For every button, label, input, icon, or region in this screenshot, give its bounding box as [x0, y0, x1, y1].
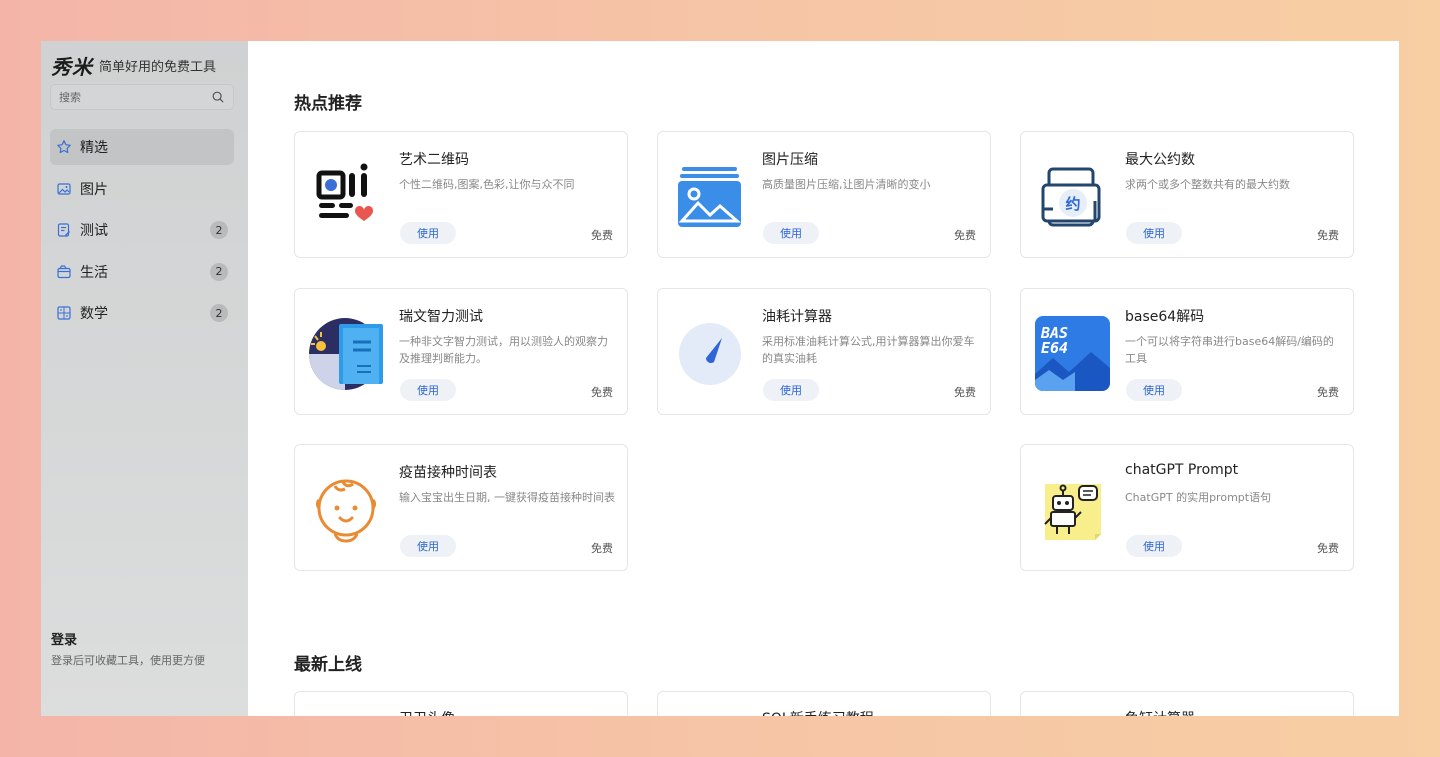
tool-card[interactable]: BAS E64 base64解码 一个可以将字符串进行base64解码/编码的工具…: [1020, 288, 1354, 415]
base64-icon: BAS E64: [1035, 316, 1110, 391]
sidebar-item-featured[interactable]: 精选: [50, 129, 234, 165]
gcd-icon: 约: [1041, 167, 1101, 227]
use-button[interactable]: 使用: [763, 379, 819, 401]
card-description: 输入宝宝出生日期, 一键获得疫苗接种时间表: [399, 491, 615, 504]
base64-icon-text: BAS E64: [1040, 324, 1068, 357]
card-title: base64解码: [1125, 309, 1205, 325]
qrcode-icon: [316, 163, 374, 221]
app-window: 秀米 简单好用的免费工具 搜索 精选 图片 测试 2 生活 2 数学 2 登录 …: [41, 41, 1399, 716]
search-icon[interactable]: [211, 90, 225, 104]
use-button[interactable]: 使用: [400, 379, 456, 401]
sidebar-item-tests[interactable]: 测试 2: [50, 212, 234, 248]
tool-card[interactable]: 油耗计算器 采用标准油耗计算公式,用计算器算出你爱车的真实油耗 使用 免费: [657, 288, 991, 415]
tool-card[interactable]: 图片压缩 高质量图片压缩,让图片清晰的变小 使用 免费: [657, 131, 991, 258]
sidebar-item-label: 数学: [80, 306, 108, 322]
card-title: 图片压缩: [762, 152, 818, 168]
tool-card[interactable]: 疫苗接种时间表 输入宝宝出生日期, 一键获得疫苗接种时间表 使用 免费: [294, 444, 628, 571]
tool-card[interactable]: 瑞文智力测试 一种非文字智力测试，用以测验人的观察力及推理判断能力。 使用 免费: [294, 288, 628, 415]
count-badge: 2: [210, 304, 228, 322]
card-title: 油耗计算器: [762, 309, 832, 325]
card-title: 鱼缸计算器: [1125, 708, 1195, 716]
use-button[interactable]: 使用: [1126, 222, 1182, 244]
search-input[interactable]: 搜索: [59, 89, 211, 105]
login-area[interactable]: 登录 登录后可收藏工具，使用更方便: [51, 629, 205, 668]
brand-logo: 秀米: [51, 55, 93, 79]
sidebar-item-life[interactable]: 生活 2: [50, 254, 234, 290]
count-badge: 2: [210, 262, 228, 281]
login-link[interactable]: 登录: [51, 629, 205, 648]
picture-compress-icon: [678, 167, 741, 227]
robot-icon: [1044, 484, 1101, 540]
section-title-latest: 最新上线: [294, 655, 362, 675]
card-description: 采用标准油耗计算公式,用计算器算出你爱车的真实油耗: [762, 335, 975, 365]
sidebar-item-images[interactable]: 图片: [50, 171, 234, 207]
card-title: 疫苗接种时间表: [399, 465, 497, 481]
math-icon: [57, 306, 71, 320]
baby-face-icon: [316, 479, 376, 543]
image-icon: [57, 182, 71, 195]
use-button[interactable]: 使用: [1126, 379, 1182, 401]
price-label: 免费: [591, 386, 613, 399]
card-title: 艺术二维码: [399, 152, 469, 168]
price-label: 免费: [954, 386, 976, 399]
fuel-gauge-icon: [679, 323, 741, 385]
tool-card[interactable]: 艺术二维码 个性二维码,图案,色彩,让你与众不同 使用 免费: [294, 131, 628, 258]
card-title: chatGPT Prompt: [1125, 462, 1239, 478]
price-label: 免费: [591, 229, 613, 242]
section-title-hot: 热点推荐: [294, 94, 362, 114]
card-description: 高质量图片压缩,让图片清晰的变小: [762, 178, 931, 191]
price-label: 免费: [1317, 229, 1339, 242]
life-icon: [57, 264, 71, 278]
tool-card[interactable]: 鱼缸计算器: [1020, 691, 1354, 716]
star-icon: [57, 140, 71, 154]
sidebar: 秀米 简单好用的免费工具 搜索 精选 图片 测试 2 生活 2 数学 2 登录 …: [41, 41, 248, 716]
tool-card[interactable]: 约 最大公约数 求两个或多个整数共有的最大约数 使用 免费: [1020, 131, 1354, 258]
sidebar-item-label: 生活: [80, 264, 108, 281]
tool-card[interactable]: 卫卫头像: [294, 691, 628, 716]
card-title: 最大公约数: [1125, 152, 1195, 168]
use-button[interactable]: 使用: [1126, 535, 1182, 557]
price-label: 免费: [1317, 386, 1339, 399]
tool-card[interactable]: SQL新手练习教程: [657, 691, 991, 716]
use-button[interactable]: 使用: [763, 222, 819, 244]
use-button[interactable]: 使用: [400, 535, 456, 557]
use-button[interactable]: 使用: [400, 222, 456, 244]
card-title: 卫卫头像: [399, 708, 455, 716]
brand-slogan: 简单好用的免费工具: [99, 60, 217, 75]
sidebar-item-label: 测试: [80, 223, 108, 239]
card-description: ChatGPT 的实用prompt语句: [1125, 491, 1272, 504]
book-bulb-icon: [309, 318, 383, 390]
price-label: 免费: [591, 542, 613, 555]
sidebar-item-label: 图片: [80, 181, 108, 198]
price-label: 免费: [1317, 542, 1339, 555]
brand[interactable]: 秀米 简单好用的免费工具: [51, 51, 216, 80]
main-content: 热点推荐 艺术二维码 个性二维码,图案,色彩,让你与众不同 使用 免费 图片压缩…: [248, 41, 1399, 716]
count-badge: 2: [210, 221, 228, 239]
card-description: 求两个或多个整数共有的最大约数: [1125, 178, 1290, 191]
svg-text:约: 约: [1065, 195, 1080, 213]
card-description: 一种非文字智力测试，用以测验人的观察力及推理判断能力。: [399, 335, 608, 365]
card-description: 一个可以将字符串进行base64解码/编码的工具: [1125, 335, 1334, 365]
sidebar-item-math[interactable]: 数学 2: [50, 295, 234, 331]
price-label: 免费: [954, 229, 976, 242]
card-title: SQL新手练习教程: [762, 708, 874, 716]
test-icon: [57, 223, 70, 237]
card-title: 瑞文智力测试: [399, 309, 483, 325]
search-box[interactable]: 搜索: [50, 84, 234, 110]
sidebar-item-label: 精选: [80, 140, 108, 156]
sidebar-nav: 精选 图片 测试 2 生活 2 数学 2: [50, 129, 234, 337]
tool-card[interactable]: chatGPT Prompt ChatGPT 的实用prompt语句 使用 免费: [1020, 444, 1354, 571]
card-description: 个性二维码,图案,色彩,让你与众不同: [399, 178, 575, 191]
login-hint: 登录后可收藏工具，使用更方便: [51, 654, 205, 667]
